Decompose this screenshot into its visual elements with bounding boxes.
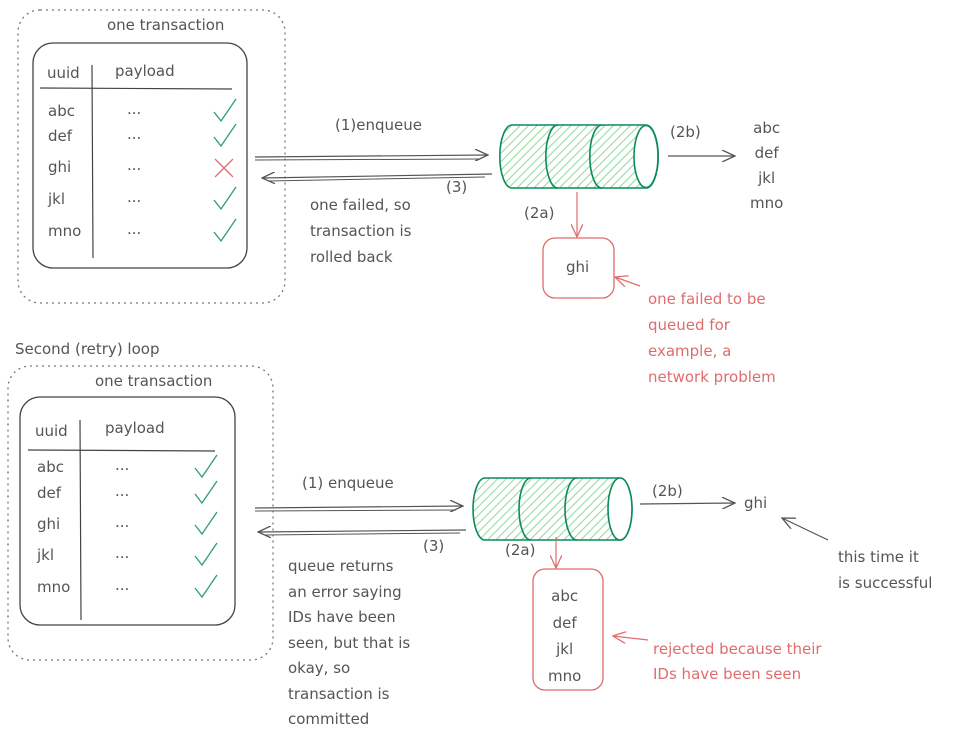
note-arrow-2 — [613, 636, 649, 640]
check-icon — [213, 98, 237, 123]
row-uuid: def — [37, 484, 62, 502]
row-payload: ... — [127, 188, 142, 206]
enqueue-arrow-2 — [254, 506, 463, 511]
rejected-list-2: abc def jkl mno — [548, 583, 581, 689]
cross-icon — [214, 158, 234, 178]
note-arrow-1 — [615, 277, 641, 286]
note-line: queued for — [648, 316, 730, 334]
note-line: seen, but that is — [288, 633, 411, 652]
enqueue-arrow-1 — [254, 155, 488, 160]
note-line: rolled back — [310, 248, 393, 266]
diagram-shapes — [7, 9, 829, 691]
row-uuid: mno — [48, 222, 82, 240]
note-line: is successful — [838, 574, 933, 592]
note-line: one failed to be — [648, 290, 766, 308]
note-line: this time it — [838, 548, 919, 566]
delivered-list-1: abc def jkl mno — [750, 116, 783, 216]
note-line: transaction is — [310, 222, 412, 240]
row-payload: ... — [115, 544, 130, 562]
row-payload: ... — [127, 220, 142, 238]
check-icon — [213, 123, 237, 148]
note-line: committed — [288, 710, 370, 728]
delivered-item: def — [754, 144, 779, 162]
step-2b-label-2: (2b) — [652, 482, 683, 500]
status-marks-1 — [213, 98, 237, 243]
row-payload: ... — [115, 456, 130, 474]
note-line: okay, so — [288, 659, 351, 677]
rejected-item: mno — [548, 666, 582, 685]
note-line: an error saying — [288, 582, 402, 601]
row-payload: ... — [127, 125, 142, 143]
return-note-2: queue returns an error saying IDs have b… — [288, 554, 410, 732]
row-uuid: mno — [37, 578, 71, 596]
note-line: transaction is — [288, 684, 390, 703]
row-uuid: jkl — [48, 190, 66, 208]
check-icon — [194, 511, 218, 536]
diagram-canvas: one transaction uuid payload (1)enqueue … — [0, 0, 969, 732]
check-icon — [194, 542, 218, 567]
group-label-1: one transaction — [107, 16, 225, 34]
check-icon — [194, 454, 218, 479]
rejected-item: ghi — [566, 258, 590, 276]
queue-cylinder-1 — [499, 124, 659, 189]
group-label-2: one transaction — [95, 372, 213, 390]
step-2a-label-1: (2a) — [524, 204, 555, 222]
row-uuid: jkl — [37, 546, 55, 564]
delivered-item: abc — [753, 119, 781, 137]
rejected-item: abc — [551, 587, 579, 605]
return-label-1: (3) — [446, 178, 468, 196]
row-uuid: abc — [37, 458, 64, 476]
step-2a-label-2: (2a) — [505, 541, 536, 559]
check-icon — [213, 186, 237, 211]
row-uuid: def — [48, 127, 73, 145]
success-note: this time it is successful — [838, 544, 932, 596]
delivered-item: mno — [750, 194, 784, 212]
column-header-uuid: uuid — [35, 422, 68, 440]
return-note-1: one failed, so transaction is rolled bac… — [310, 192, 411, 270]
rejected-item: jkl — [556, 640, 574, 658]
row-payload: ... — [115, 482, 130, 500]
deliver-arrow-2 — [639, 503, 735, 504]
row-payload: ... — [127, 156, 142, 174]
note-line: queue returns — [288, 557, 394, 575]
note-line: IDs have been — [288, 608, 396, 626]
check-icon — [194, 574, 218, 599]
column-header-payload: payload — [105, 419, 165, 437]
delivered-item: ghi — [744, 494, 768, 512]
row-uuid: abc — [48, 102, 75, 120]
column-header-uuid: uuid — [47, 64, 80, 82]
column-header-payload: payload — [115, 62, 175, 80]
error-note-2: rejected because their IDs have been see… — [653, 637, 822, 687]
row-uuid: ghi — [37, 515, 61, 533]
row-payload: ... — [115, 513, 130, 531]
note-line: rejected because their — [653, 640, 822, 658]
note-line: one failed, so — [310, 196, 411, 214]
rejected-item: def — [552, 613, 577, 632]
enqueue-label-2: (1) enqueue — [302, 474, 394, 492]
status-marks-2 — [194, 454, 218, 599]
step-2b-label-1: (2b) — [670, 123, 701, 141]
row-uuid: ghi — [48, 158, 72, 176]
check-icon — [213, 218, 237, 243]
error-note-1: one failed to be queued for example, a n… — [648, 286, 776, 390]
return-label-2: (3) — [423, 537, 445, 555]
return-arrow-2 — [258, 530, 467, 535]
queue-cylinder-2 — [472, 477, 633, 541]
enqueue-label-1: (1)enqueue — [335, 116, 422, 134]
note-line: network problem — [648, 368, 776, 386]
check-icon — [194, 480, 218, 505]
success-arrow — [782, 518, 829, 541]
section-title-retry: Second (retry) loop — [15, 340, 160, 358]
row-payload: ... — [115, 576, 130, 594]
note-line: IDs have been seen — [653, 665, 802, 683]
row-payload: ... — [127, 100, 142, 118]
note-line: example, a — [648, 342, 732, 360]
delivered-item: jkl — [758, 169, 776, 187]
